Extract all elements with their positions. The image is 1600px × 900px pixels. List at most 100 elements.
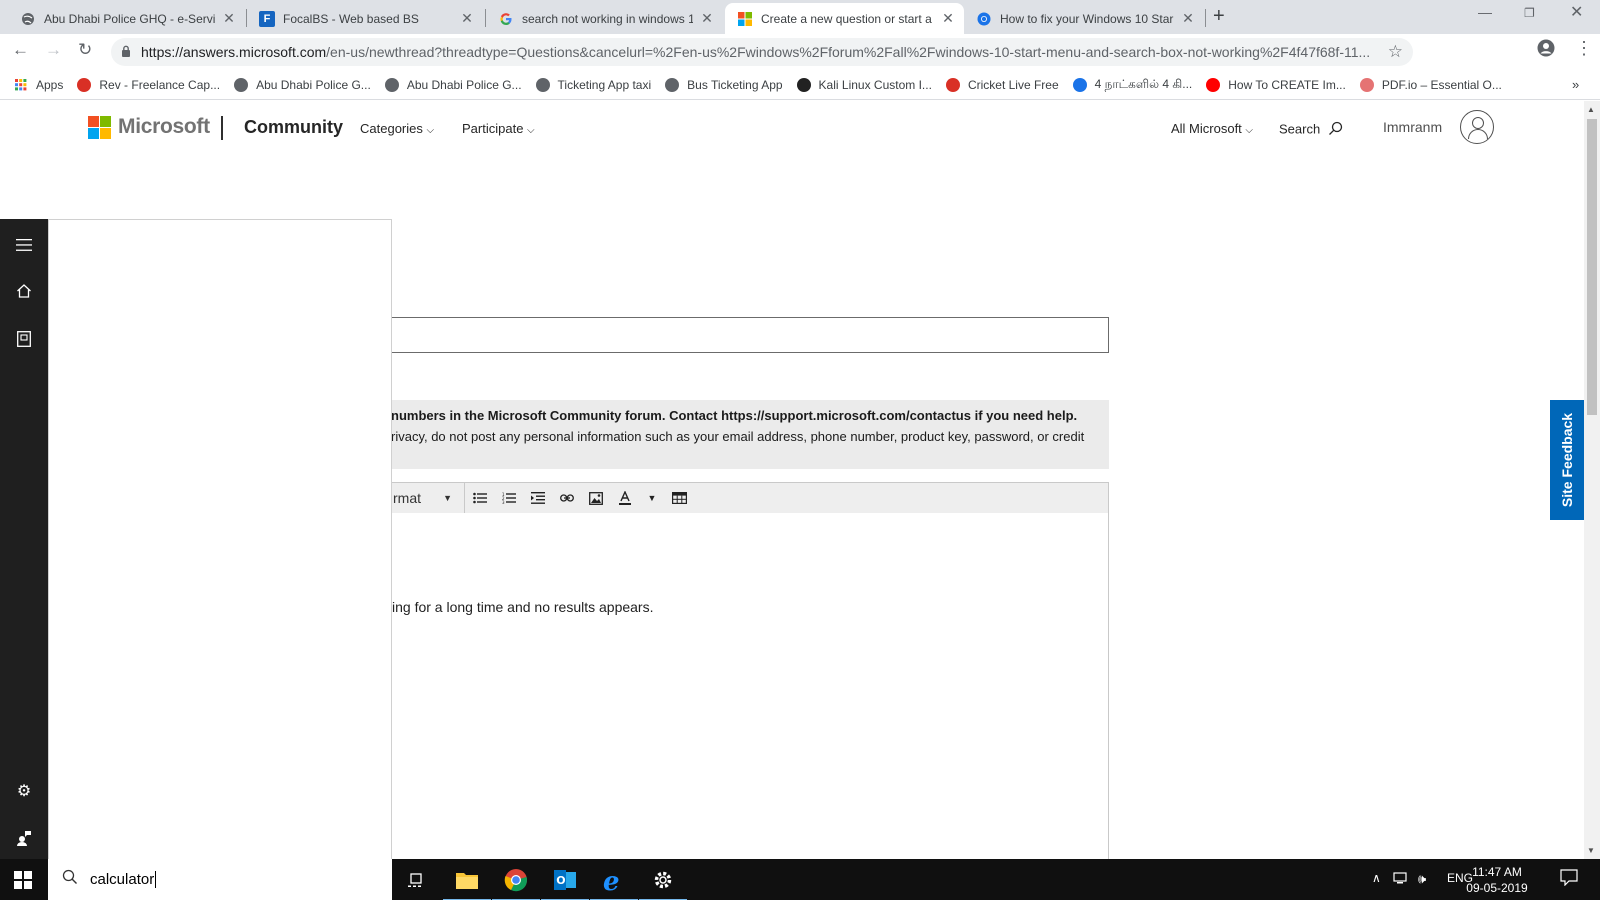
nav-participate[interactable]: Participate ⌵ (462, 121, 535, 136)
bookmark-item[interactable]: PDF.io – Essential O... (1359, 77, 1502, 92)
back-icon[interactable]: ← (12, 40, 29, 60)
user-name[interactable]: Immranm (1383, 119, 1442, 135)
brand-name: Microsoft (118, 115, 210, 138)
bookmark-item[interactable]: Kali Linux Custom I... (796, 77, 932, 92)
tab-close-icon[interactable]: ✕ (940, 10, 956, 27)
image-icon[interactable] (581, 483, 610, 513)
minimize-icon[interactable]: — (1478, 4, 1492, 20)
tab-how-to-fix[interactable]: How to fix your Windows 10 Star ✕ (964, 3, 1204, 34)
bookmark-item[interactable]: Bus Ticketing App (665, 77, 783, 92)
question-body-editor[interactable]: ing for a long time and no results appea… (376, 513, 1109, 859)
settings-taskbar-icon[interactable] (639, 865, 687, 900)
network-icon[interactable] (1393, 871, 1409, 888)
tab-create-question[interactable]: Create a new question or start a ✕ (725, 3, 964, 34)
tab-title: Abu Dhabi Police GHQ - e-Servic (44, 11, 215, 26)
nav-categories[interactable]: Categories ⌵ (360, 121, 434, 136)
chrome-taskbar-icon[interactable] (492, 865, 540, 900)
system-clock[interactable]: 11:47 AM 09-05-2019 (1462, 864, 1532, 896)
taskbar: calculator O e ∧ 🕪 ENG 11:47 AM 09-05-20… (0, 859, 1600, 900)
microsoft-logo-icon (88, 116, 111, 139)
windows-start-icon[interactable] (14, 871, 32, 889)
focalbs-icon: F (259, 10, 275, 27)
google-icon (498, 11, 514, 27)
restore-icon[interactable]: ❐ (1524, 6, 1535, 20)
file-explorer-icon[interactable] (443, 865, 491, 900)
link-icon[interactable] (552, 483, 581, 513)
hamburger-menu-icon[interactable] (14, 235, 34, 255)
bookmark-item[interactable]: Apps (14, 78, 63, 92)
browser-toolbar: ← → ↻ https://answers.microsoft.com/en-u… (0, 34, 1600, 70)
clock-time: 11:47 AM (1472, 865, 1522, 879)
bookmark-item[interactable]: Abu Dhabi Police G... (234, 77, 371, 92)
community-link[interactable]: Community (244, 117, 343, 138)
volume-icon[interactable]: 🕪 (1418, 871, 1426, 887)
indent-icon[interactable] (523, 483, 552, 513)
extension-globe-icon[interactable] (1490, 42, 1510, 62)
tab-title: search not working in windows 1 (522, 11, 693, 26)
feedback-person-icon[interactable] (14, 828, 34, 848)
site-feedback-label: Site Feedback (1559, 412, 1575, 508)
editor-text: ing for a long time and no results appea… (392, 599, 654, 615)
home-icon[interactable] (14, 281, 34, 301)
bullet-list-icon[interactable] (465, 483, 494, 513)
tab-google-search[interactable]: search not working in windows 1 ✕ (486, 3, 723, 34)
outlook-icon[interactable]: O (541, 865, 589, 900)
address-bar[interactable]: https://answers.microsoft.com/en-us/newt… (111, 38, 1413, 66)
clock-date: 09-05-2019 (1466, 881, 1528, 895)
site-feedback-button[interactable]: Site Feedback (1550, 400, 1584, 520)
reload-icon[interactable]: ↻ (78, 40, 92, 60)
all-microsoft-menu[interactable]: All Microsoft ⌵ (1171, 121, 1253, 136)
settings-gear-icon[interactable]: ⚙ (14, 781, 34, 801)
nav-participate-label: Participate (462, 121, 524, 136)
forward-icon[interactable]: → (45, 40, 62, 60)
text-color-icon[interactable] (610, 483, 639, 513)
text-color-caret-icon[interactable]: ▼ (639, 483, 665, 513)
page-scrollbar[interactable]: ▲ ▼ (1584, 101, 1600, 859)
tab-focalbs[interactable]: F FocalBS - Web based BS ✕ (247, 3, 483, 34)
bookmarks-bar: Apps Rev - Freelance Cap... Abu Dhabi Poli… (0, 70, 1600, 100)
table-icon[interactable] (665, 483, 694, 513)
search-query-text: calculator (90, 871, 157, 888)
more-bookmarks-icon[interactable]: » (1572, 77, 1579, 92)
menu-kebab-icon[interactable]: ⋮ (1575, 38, 1593, 59)
tab-close-icon[interactable]: ✕ (1180, 10, 1196, 27)
tab-separator (1205, 9, 1206, 27)
scroll-thumb[interactable] (1587, 119, 1597, 415)
globe-icon (535, 77, 550, 92)
adblock-icon[interactable]: ABP (1427, 42, 1447, 62)
avatar[interactable] (1460, 110, 1494, 144)
bookmark-item[interactable]: Abu Dhabi Police G... (384, 77, 522, 92)
task-view-icon[interactable] (401, 865, 431, 895)
bookmark-item[interactable]: Rev - Freelance Cap... (77, 77, 220, 92)
chevron-down-icon: ⌵ (527, 125, 535, 136)
microsoft-logo[interactable]: Microsoft (88, 115, 210, 139)
bookmark-label: Apps (36, 77, 64, 92)
bookmark-item[interactable]: Ticketing App taxi (535, 77, 651, 92)
edge-icon[interactable]: e (590, 865, 638, 900)
close-window-icon[interactable]: ✕ (1570, 2, 1583, 22)
search-results-panel (48, 219, 392, 859)
opera-icon[interactable]: O (1458, 42, 1478, 62)
bookmark-item[interactable]: How To CREATE Im... (1206, 77, 1346, 92)
bookmark-star-icon[interactable]: ☆ (1388, 42, 1403, 62)
tab-close-icon[interactable]: ✕ (221, 10, 237, 27)
tab-close-icon[interactable]: ✕ (699, 10, 715, 27)
site-search-button[interactable]: Search (1279, 121, 1343, 139)
chevron-down-icon: ⌵ (426, 125, 435, 136)
taskbar-search-box[interactable]: calculator (48, 859, 392, 900)
profile-icon[interactable] (1537, 39, 1555, 62)
bookmark-item[interactable]: Cricket Live Free (945, 77, 1059, 92)
action-center-icon[interactable] (1560, 869, 1578, 889)
tab-close-icon[interactable]: ✕ (459, 10, 475, 27)
bookmark-item[interactable]: 4 நாட்களில் 4 கி... (1072, 77, 1192, 93)
chrome-icon (976, 11, 992, 27)
scroll-down-icon[interactable]: ▼ (1587, 846, 1595, 855)
question-title-input[interactable] (376, 317, 1109, 353)
scroll-up-icon[interactable]: ▲ (1587, 105, 1595, 114)
numbered-list-icon[interactable]: 123 (494, 483, 523, 513)
new-tab-icon[interactable]: + (1213, 5, 1225, 28)
recent-docs-icon[interactable] (14, 329, 34, 349)
svg-text:3: 3 (502, 500, 505, 504)
tray-chevron-icon[interactable]: ∧ (1372, 871, 1381, 885)
tab-abu-dhabi-police[interactable]: Abu Dhabi Police GHQ - e-Servic ✕ (8, 3, 245, 34)
